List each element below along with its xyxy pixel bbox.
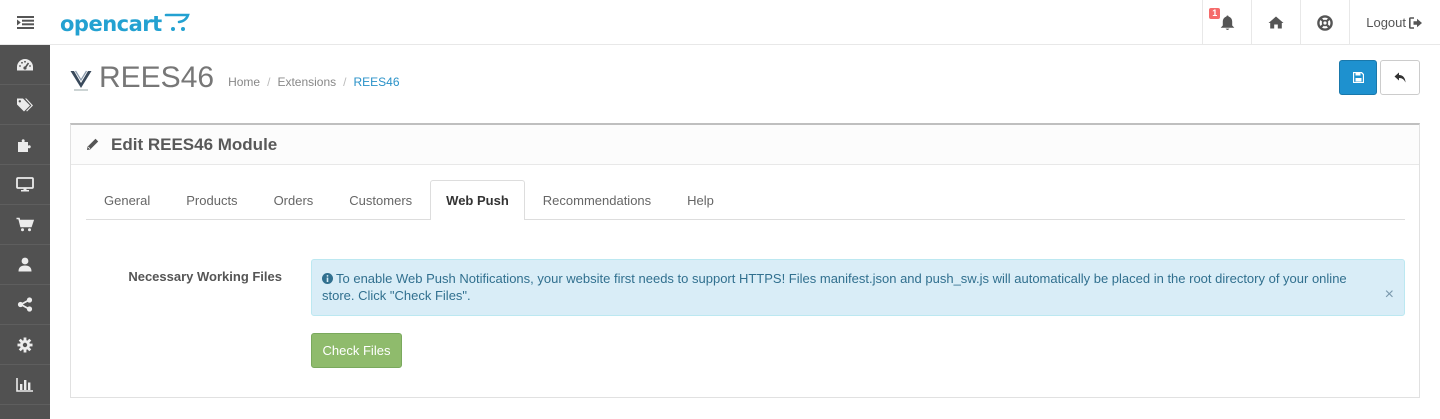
shopping-cart-icon [16, 217, 34, 232]
page-header: REES46 Home / Extensions / REES46 [70, 58, 400, 98]
header-nav: 1 Logout [1202, 0, 1440, 45]
reply-icon [1394, 72, 1406, 83]
sign-out-icon [1409, 16, 1422, 29]
opencart-logo[interactable]: opencart [60, 8, 190, 36]
sidebar-item-customers[interactable] [0, 245, 50, 285]
necessary-files-label: Necessary Working Files [128, 269, 282, 284]
save-icon [1352, 72, 1364, 83]
breadcrumb-home[interactable]: Home [228, 75, 260, 89]
puzzle-icon [18, 138, 31, 152]
sidebar-item-sales[interactable] [0, 205, 50, 245]
alert-close-button[interactable]: × [1385, 287, 1394, 303]
cart-logo-icon [164, 13, 190, 31]
user-icon [18, 257, 32, 272]
tags-icon [17, 98, 33, 111]
page-title: REES46 [99, 61, 215, 94]
web-push-info-alert: To enable Web Push Notifications, your w… [311, 259, 1405, 316]
tab-orders[interactable]: Orders [256, 180, 332, 220]
sidebar-item-dashboard[interactable] [0, 45, 50, 85]
notification-badge: 1 [1209, 8, 1221, 19]
menu-toggle-icon [16, 16, 34, 29]
breadcrumb-separator: / [267, 75, 271, 89]
desktop-icon [16, 177, 34, 192]
sidebar-item-reports[interactable] [0, 365, 50, 405]
panel-heading: Edit REES46 Module [71, 125, 1419, 165]
save-button[interactable] [1339, 60, 1377, 95]
panel-title: Edit REES46 Module [111, 134, 278, 154]
gear-icon [17, 337, 33, 352]
breadcrumb: Home / Extensions / REES46 [228, 75, 399, 89]
logout-button[interactable]: Logout [1349, 0, 1440, 45]
sidebar-item-design[interactable] [0, 165, 50, 205]
sidebar-item-marketing[interactable] [0, 285, 50, 325]
sidebar-item-system[interactable] [0, 325, 50, 365]
back-button[interactable] [1380, 60, 1420, 95]
module-tabs: General Products Orders Customers Web Pu… [86, 180, 1405, 220]
sidebar [0, 45, 50, 419]
menu-toggle-button[interactable] [0, 0, 50, 45]
breadcrumb-separator: / [343, 75, 347, 89]
bar-chart-icon [16, 378, 33, 392]
breadcrumb-rees46[interactable]: REES46 [353, 75, 399, 89]
info-circle-icon [322, 273, 333, 284]
tab-web-push[interactable]: Web Push [430, 180, 525, 220]
life-ring-icon [1317, 14, 1334, 31]
pencil-icon [87, 138, 99, 150]
top-header: opencart 1 Logout [0, 0, 1440, 45]
alert-text: To enable Web Push Notifications, your w… [322, 271, 1347, 303]
tab-products[interactable]: Products [168, 180, 255, 220]
tab-recommendations[interactable]: Recommendations [525, 180, 669, 220]
tab-help[interactable]: Help [669, 180, 732, 220]
rees46-logo-icon [70, 70, 92, 91]
help-support-button[interactable] [1300, 0, 1349, 45]
breadcrumb-extensions[interactable]: Extensions [277, 75, 336, 89]
sidebar-item-extensions[interactable] [0, 125, 50, 165]
tab-general[interactable]: General [86, 180, 168, 220]
share-icon [17, 297, 33, 312]
notifications-button[interactable]: 1 [1202, 0, 1251, 45]
check-files-button[interactable]: Check Files [311, 333, 402, 368]
logo-text: opencart [60, 12, 162, 36]
home-button[interactable] [1251, 0, 1300, 45]
sidebar-item-catalog[interactable] [0, 85, 50, 125]
dashboard-icon [17, 58, 33, 70]
logout-label: Logout [1366, 15, 1406, 30]
tab-customers[interactable]: Customers [331, 180, 430, 220]
edit-module-panel: Edit REES46 Module General Products Orde… [70, 123, 1420, 398]
home-icon [1268, 16, 1284, 29]
bell-icon [1220, 15, 1235, 30]
